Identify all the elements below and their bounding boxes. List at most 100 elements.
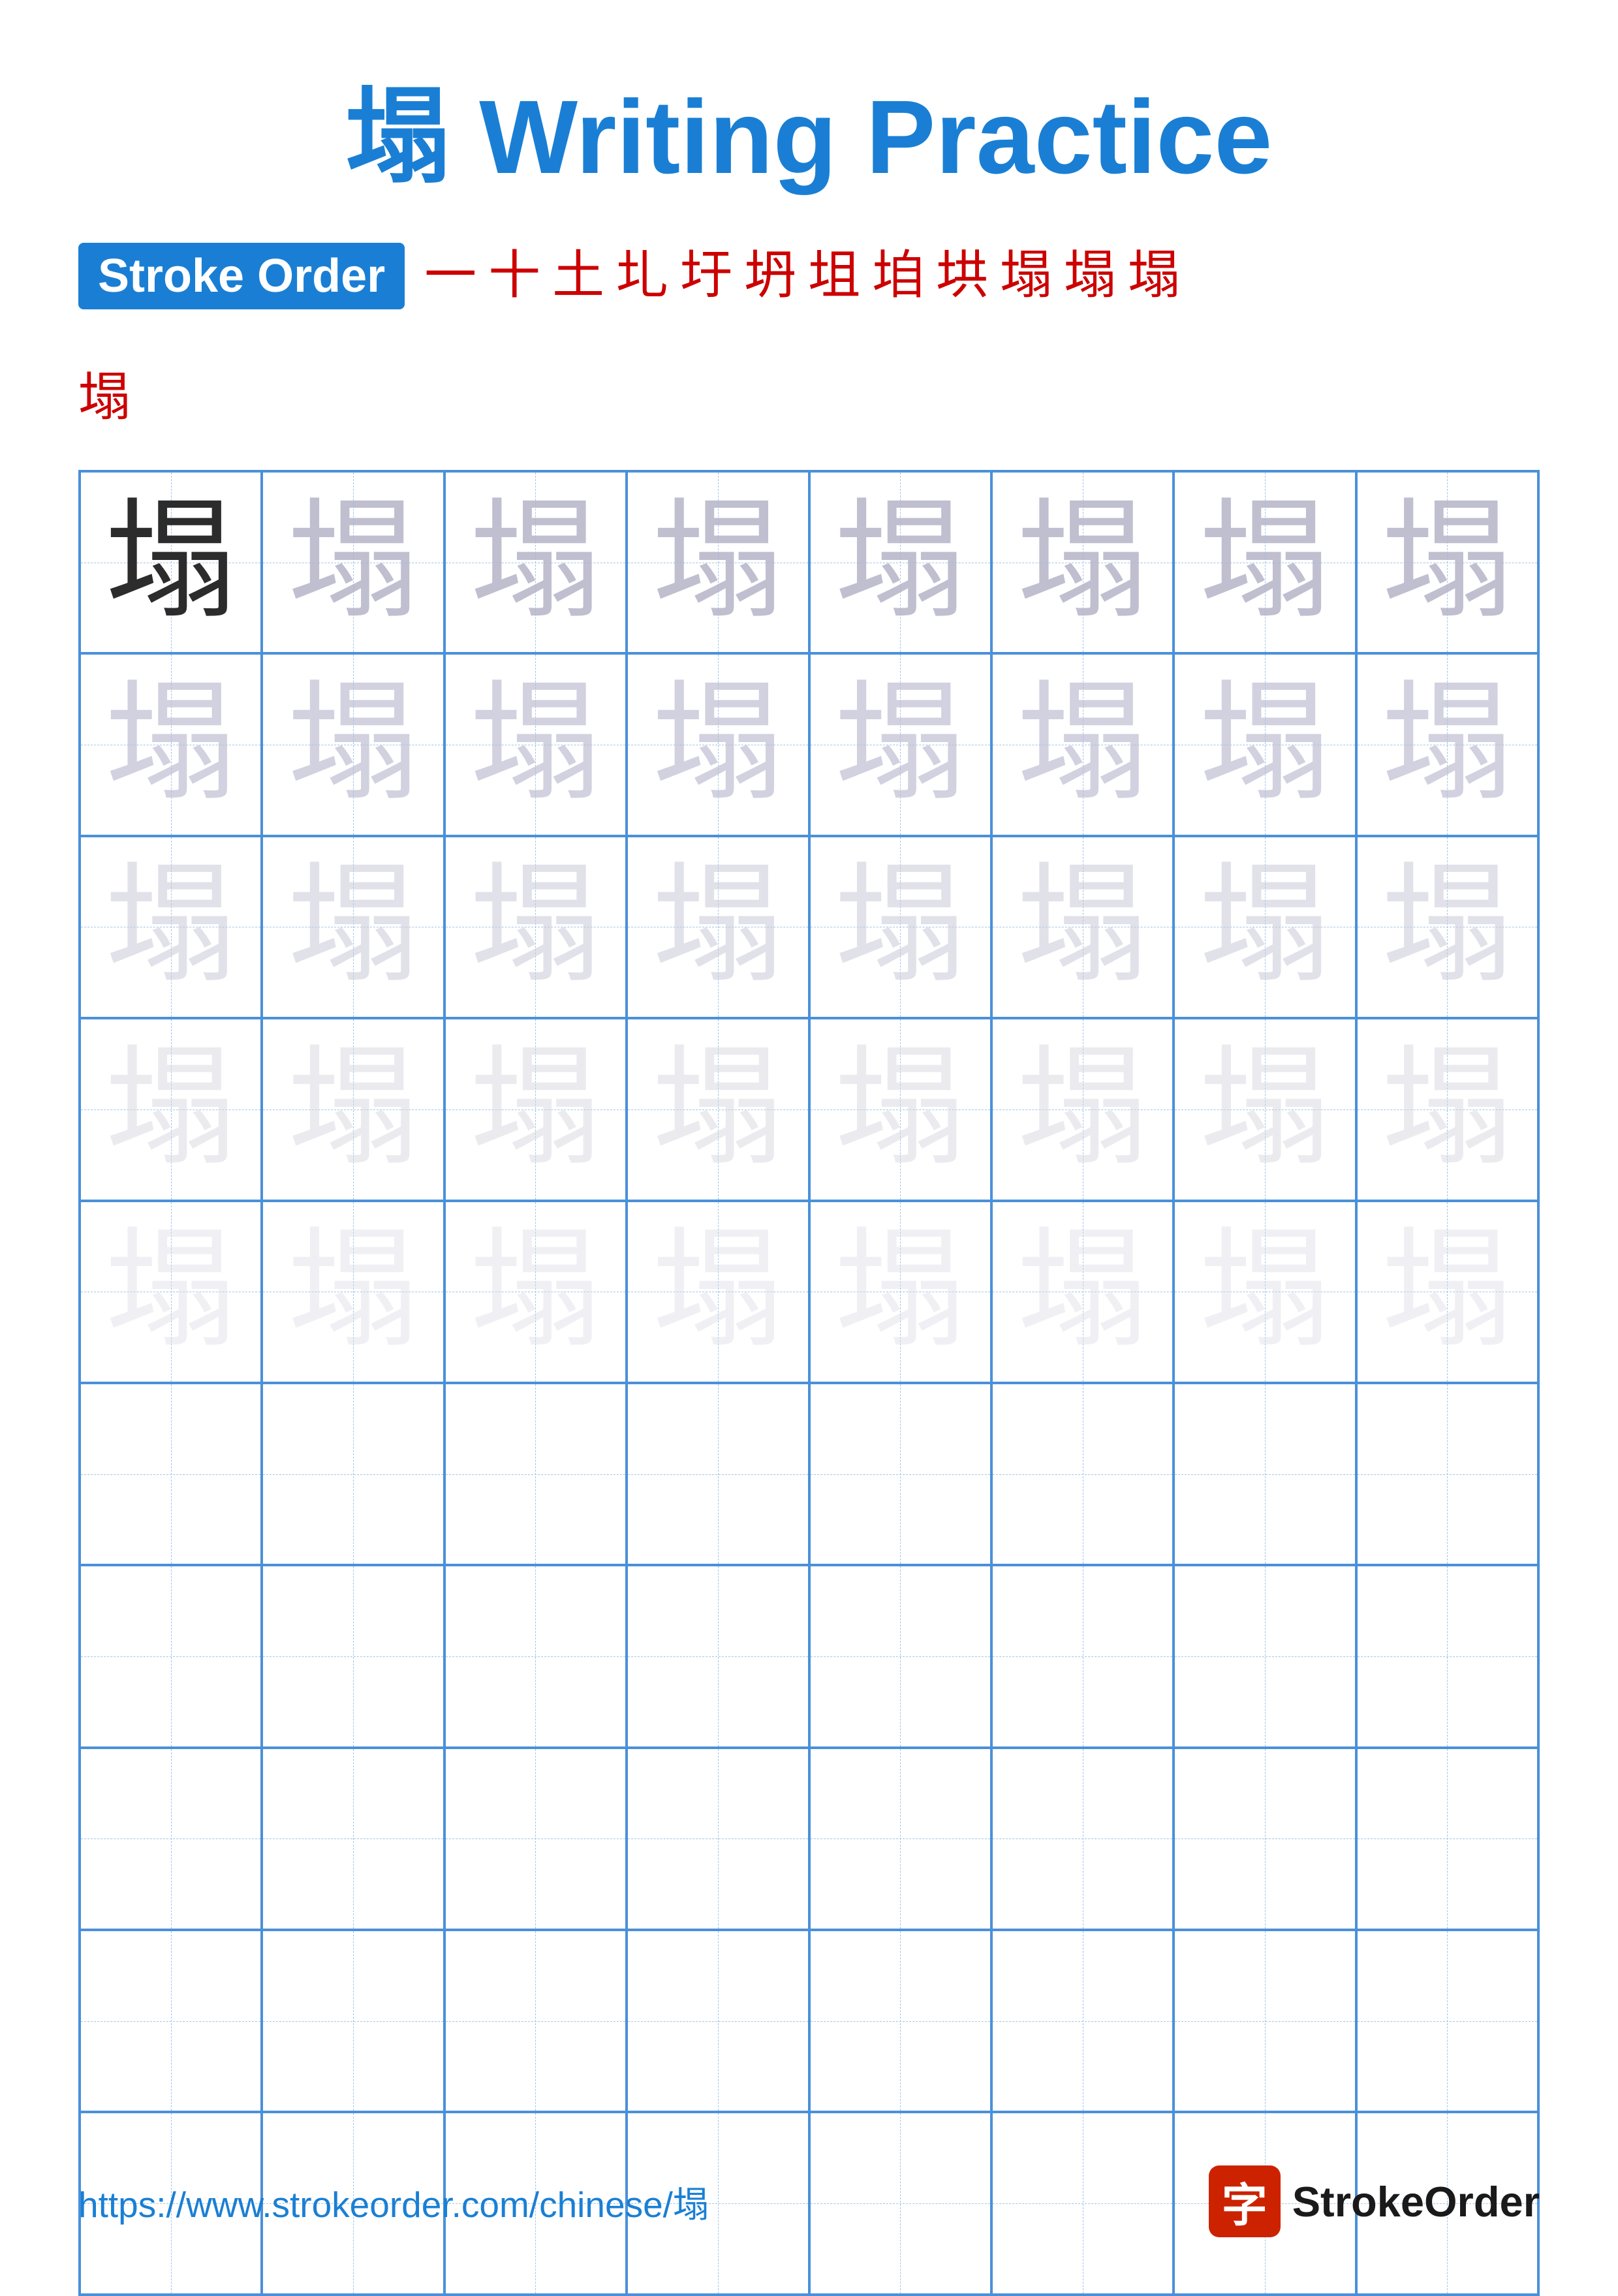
grid-cell-r8c7[interactable]	[1174, 1748, 1356, 1930]
grid-cell-r1c5[interactable]: 塌	[809, 471, 991, 653]
grid-cell-r8c1[interactable]	[80, 1748, 262, 1930]
grid-cell-r2c7[interactable]: 塌	[1174, 653, 1356, 835]
grid-cell-r3c2[interactable]: 塌	[262, 836, 444, 1018]
stroke-12: 塌	[1128, 247, 1180, 305]
page-title: 塌 Writing Practice	[78, 52, 1540, 204]
char-r5c1: 塌	[106, 1226, 236, 1357]
char-r2c6: 塌	[1018, 679, 1148, 810]
grid-cell-r3c4[interactable]: 塌	[627, 836, 809, 1018]
char-r2c7: 塌	[1200, 679, 1330, 810]
grid-cell-r8c3[interactable]	[444, 1748, 627, 1930]
grid-cell-r1c3[interactable]: 塌	[444, 471, 627, 653]
grid-cell-r6c6[interactable]	[991, 1383, 1174, 1565]
grid-cell-r4c7[interactable]: 塌	[1174, 1018, 1356, 1200]
grid-cell-r3c3[interactable]: 塌	[444, 836, 627, 1018]
char-r5c3: 塌	[470, 1226, 600, 1357]
grid-cell-r3c6[interactable]: 塌	[991, 836, 1174, 1018]
grid-cell-r5c5[interactable]: 塌	[809, 1201, 991, 1383]
grid-cell-r9c1[interactable]	[80, 1930, 262, 2112]
grid-cell-r4c3[interactable]: 塌	[444, 1018, 627, 1200]
char-r3c6: 塌	[1018, 861, 1148, 992]
char-r1c4: 塌	[653, 497, 783, 628]
grid-cell-r7c2[interactable]	[262, 1565, 444, 1747]
stroke-overflow: 塌	[78, 355, 131, 431]
char-r5c7: 塌	[1200, 1226, 1330, 1357]
grid-cell-r7c3[interactable]	[444, 1565, 627, 1747]
grid-cell-r2c8[interactable]: 塌	[1356, 653, 1538, 835]
grid-cell-r8c2[interactable]	[262, 1748, 444, 1930]
stroke-order-badge: Stroke Order	[78, 243, 405, 309]
grid-cell-r8c8[interactable]	[1356, 1748, 1538, 1930]
grid-cell-r6c8[interactable]	[1356, 1383, 1538, 1565]
grid-cell-r4c6[interactable]: 塌	[991, 1018, 1174, 1200]
grid-cell-r1c7[interactable]: 塌	[1174, 471, 1356, 653]
char-r5c6: 塌	[1018, 1226, 1148, 1357]
char-r3c5: 塌	[835, 861, 965, 992]
char-r4c8: 塌	[1382, 1044, 1512, 1175]
grid-cell-r7c1[interactable]	[80, 1565, 262, 1747]
grid-cell-r6c5[interactable]	[809, 1383, 991, 1565]
grid-cell-r4c2[interactable]: 塌	[262, 1018, 444, 1200]
grid-cell-r5c1[interactable]: 塌	[80, 1201, 262, 1383]
grid-cell-r7c5[interactable]	[809, 1565, 991, 1747]
grid-cell-r7c8[interactable]	[1356, 1565, 1538, 1747]
grid-cell-r5c4[interactable]: 塌	[627, 1201, 809, 1383]
grid-cell-r2c6[interactable]: 塌	[991, 653, 1174, 835]
char-r3c1: 塌	[106, 861, 236, 992]
grid-cell-r1c4[interactable]: 塌	[627, 471, 809, 653]
grid-cell-r3c8[interactable]: 塌	[1356, 836, 1538, 1018]
grid-cell-r9c5[interactable]	[809, 1930, 991, 2112]
grid-cell-r2c2[interactable]: 塌	[262, 653, 444, 835]
grid-cell-r4c5[interactable]: 塌	[809, 1018, 991, 1200]
grid-cell-r2c3[interactable]: 塌	[444, 653, 627, 835]
grid-cell-r7c4[interactable]	[627, 1565, 809, 1747]
grid-cell-r6c4[interactable]	[627, 1383, 809, 1565]
grid-cell-r2c5[interactable]: 塌	[809, 653, 991, 835]
grid-cell-r9c3[interactable]	[444, 1930, 627, 2112]
grid-cell-r5c2[interactable]: 塌	[262, 1201, 444, 1383]
footer-url[interactable]: https://www.strokeorder.com/chinese/塌	[78, 2175, 709, 2227]
grid-cell-r6c2[interactable]	[262, 1383, 444, 1565]
char-r3c4: 塌	[653, 861, 783, 992]
grid-cell-r2c4[interactable]: 塌	[627, 653, 809, 835]
grid-cell-r1c6[interactable]: 塌	[991, 471, 1174, 653]
grid-cell-r8c6[interactable]	[991, 1748, 1174, 1930]
grid-cell-r3c1[interactable]: 塌	[80, 836, 262, 1018]
grid-cell-r6c1[interactable]	[80, 1383, 262, 1565]
grid-cell-r1c1[interactable]: 塌	[80, 471, 262, 653]
grid-cell-r6c3[interactable]	[444, 1383, 627, 1565]
grid-cell-r5c7[interactable]: 塌	[1174, 1201, 1356, 1383]
grid-cell-r1c2[interactable]: 塌	[262, 471, 444, 653]
stroke-sequence: 一 十 土 圠 圩 坍 坥 垍 垬 塌 塌 塌	[424, 247, 1180, 305]
grid-cell-r9c8[interactable]	[1356, 1930, 1538, 2112]
grid-cell-r5c8[interactable]: 塌	[1356, 1201, 1538, 1383]
grid-cell-r9c6[interactable]	[991, 1930, 1174, 2112]
grid-cell-r9c2[interactable]	[262, 1930, 444, 2112]
stroke-11: 塌	[1064, 247, 1116, 305]
char-r4c5: 塌	[835, 1044, 965, 1175]
grid-cell-r9c4[interactable]	[627, 1930, 809, 2112]
char-r1c2: 塌	[288, 497, 418, 628]
grid-cell-r5c6[interactable]: 塌	[991, 1201, 1174, 1383]
grid-cell-r8c5[interactable]	[809, 1748, 991, 1930]
char-r2c1: 塌	[106, 679, 236, 810]
grid-cell-r9c7[interactable]	[1174, 1930, 1356, 2112]
char-r1c8: 塌	[1382, 497, 1512, 628]
grid-cell-r4c8[interactable]: 塌	[1356, 1018, 1538, 1200]
grid-cell-r4c1[interactable]: 塌	[80, 1018, 262, 1200]
grid-cell-r4c4[interactable]: 塌	[627, 1018, 809, 1200]
char-r1c3: 塌	[470, 497, 600, 628]
char-r4c3: 塌	[470, 1044, 600, 1175]
grid-cell-r8c4[interactable]	[627, 1748, 809, 1930]
grid-cell-r3c5[interactable]: 塌	[809, 836, 991, 1018]
grid-cell-r6c7[interactable]	[1174, 1383, 1356, 1565]
grid-cell-r3c7[interactable]: 塌	[1174, 836, 1356, 1018]
grid-cell-r7c6[interactable]	[991, 1565, 1174, 1747]
char-r3c3: 塌	[470, 861, 600, 992]
grid-cell-r7c7[interactable]	[1174, 1565, 1356, 1747]
grid-cell-r5c3[interactable]: 塌	[444, 1201, 627, 1383]
grid-cell-r1c8[interactable]: 塌	[1356, 471, 1538, 653]
char-r5c4: 塌	[653, 1226, 783, 1357]
stroke-4: 圠	[616, 247, 668, 305]
grid-cell-r2c1[interactable]: 塌	[80, 653, 262, 835]
